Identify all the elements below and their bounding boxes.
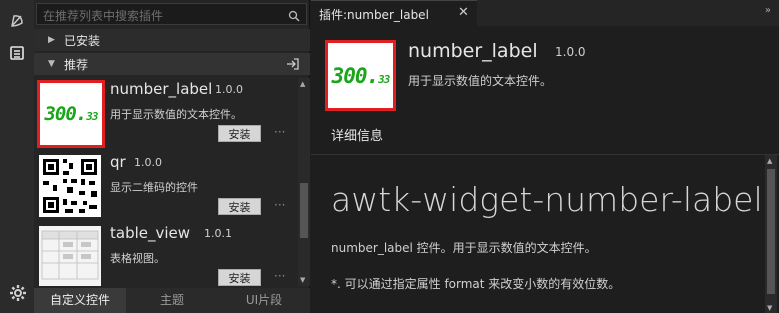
search-icon[interactable]: [288, 7, 300, 26]
section-installed-label: 已安装: [64, 33, 101, 48]
doc-title: awtk-widget-number-label: [331, 180, 763, 219]
tab-themes[interactable]: 主题: [126, 288, 218, 313]
doc-paragraph: *. 可以通过指定属性 format 来改变小数的有效位数。: [331, 277, 621, 291]
plugin-detail-editor: 插件:number_label ✕ » 300.33 number_label …: [311, 0, 779, 313]
plugin-thumbnail-large: 300.33: [325, 40, 396, 111]
tab-title: 插件:number_label: [319, 8, 429, 22]
gear-icon[interactable]: [9, 284, 27, 306]
table-view-thumbnail: [39, 226, 101, 286]
tab-ui-snippets[interactable]: UI片段: [218, 288, 310, 313]
scroll-up-icon[interactable]: ▲: [300, 80, 305, 88]
thumb-number: 300.33: [44, 103, 98, 125]
table-icon: [39, 226, 101, 286]
more-button[interactable]: ···: [274, 125, 285, 139]
chevron-down-icon: ▼: [48, 59, 55, 69]
plugin-title: number_label: [408, 40, 538, 62]
install-button[interactable]: 安装: [218, 125, 261, 142]
scroll-down-icon[interactable]: ▼: [300, 276, 305, 284]
scrollbar-thumb[interactable]: [767, 169, 775, 294]
content-scrollbar[interactable]: ▲ ▼: [765, 155, 777, 313]
plugin-desc: 显示二维码的控件: [110, 181, 198, 194]
sidebar-scrollbar[interactable]: ▲ ▼: [298, 78, 310, 286]
plugin-name: table_view: [110, 224, 191, 242]
plugin-name: number_label: [110, 80, 213, 98]
install-button[interactable]: 安装: [218, 269, 261, 286]
plugin-version: 1.0.0: [215, 83, 243, 96]
thumb-number: 300.33: [331, 63, 391, 88]
plugin-header: 300.33 number_label 1.0.0 用于显示数值的文本控件。 详…: [311, 26, 779, 150]
activity-bar: [0, 0, 34, 313]
readme-content: awtk-widget-number-label number_label 控件…: [311, 154, 779, 313]
plugin-item-table-view[interactable]: table_view 1.0.1 表格视图。 安装 ···: [34, 224, 296, 292]
install-button[interactable]: 安装: [218, 198, 261, 215]
section-recommended[interactable]: ▼ 推荐: [34, 53, 310, 75]
plugin-version: 1.0.1: [204, 227, 232, 240]
plugin-thumbnail: 300.33: [37, 80, 105, 148]
plugin-icon[interactable]: [0, 6, 34, 36]
search-input[interactable]: 在推荐列表中搜索插件: [36, 3, 307, 25]
export-icon[interactable]: [286, 57, 300, 74]
tab-details[interactable]: 详细信息: [331, 125, 383, 144]
plugin-desc: 表格视图。: [110, 252, 165, 265]
scroll-down-icon[interactable]: ▼: [767, 304, 772, 312]
plugin-item-qr[interactable]: qr 1.0.0 显示二维码的控件 安装 ···: [34, 153, 296, 221]
qr-code-icon: [43, 159, 97, 213]
doc-paragraph: number_label 控件。用于显示数值的文本控件。: [331, 241, 597, 255]
scroll-up-icon[interactable]: ▲: [767, 157, 772, 165]
plugin-version: 1.0.0: [555, 45, 586, 59]
tab-custom-widgets[interactable]: 自定义控件: [34, 288, 126, 313]
plugin-sidebar: 在推荐列表中搜索插件 ▶ 已安装 ▼ 推荐 300.33 number_labe…: [34, 0, 310, 313]
tab-plugin-number-label[interactable]: 插件:number_label ✕: [311, 0, 477, 26]
plugin-name: qr: [110, 153, 126, 171]
search-placeholder: 在推荐列表中搜索插件: [43, 9, 164, 23]
more-button[interactable]: ···: [274, 269, 285, 283]
section-recommended-label: 推荐: [64, 57, 89, 72]
chevron-right-icon: ▶: [48, 35, 55, 45]
plugin-item-number-label[interactable]: 300.33 number_label 1.0.0 用于显示数值的文本控件。 安…: [34, 80, 296, 148]
window-icon[interactable]: [0, 38, 34, 68]
scrollbar-thumb[interactable]: [300, 183, 308, 238]
editor-tab-bar: 插件:number_label ✕ »: [311, 0, 779, 26]
plugin-description: 用于显示数值的文本控件。: [408, 74, 553, 88]
section-installed[interactable]: ▶ 已安装: [34, 29, 310, 51]
plugin-desc: 用于显示数值的文本控件。: [110, 108, 242, 121]
chevron-down-icon[interactable]: »: [765, 5, 771, 16]
plugin-version: 1.0.0: [134, 156, 162, 169]
bottom-tab-bar: 自定义控件 主题 UI片段: [34, 288, 310, 313]
close-icon[interactable]: ✕: [458, 5, 469, 20]
more-button[interactable]: ···: [274, 198, 285, 212]
qr-thumbnail: [39, 155, 101, 217]
